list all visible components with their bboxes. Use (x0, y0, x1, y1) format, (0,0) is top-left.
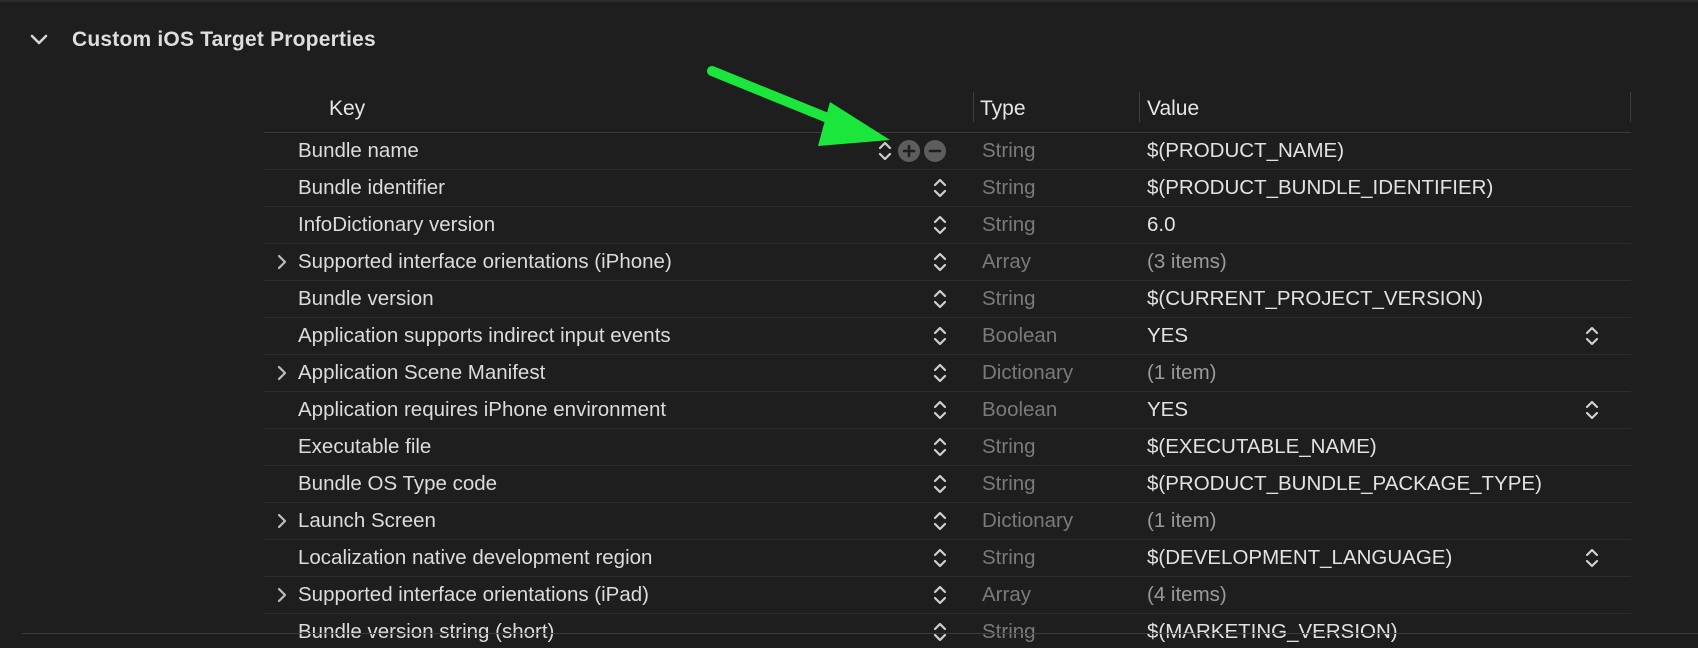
row-key[interactable]: Launch Screen (298, 503, 436, 539)
up-down-chevron-icon[interactable] (930, 281, 950, 317)
row-type[interactable]: String (982, 207, 1036, 243)
row-value[interactable]: (3 items) (1147, 244, 1227, 280)
row-type[interactable]: String (982, 466, 1036, 502)
up-down-chevron-icon[interactable] (930, 207, 950, 243)
row-value[interactable]: (4 items) (1147, 577, 1227, 613)
row-type[interactable]: Array (982, 244, 1031, 280)
up-down-chevron-icon[interactable] (930, 170, 950, 206)
section-header[interactable]: Custom iOS Target Properties (28, 22, 376, 58)
row-type[interactable]: Boolean (982, 318, 1057, 354)
chevron-down-icon[interactable] (28, 29, 50, 51)
table-row[interactable]: Application Scene Manifest Dictionary (1 i… (264, 355, 1631, 392)
row-key[interactable]: Bundle version string (short) (298, 614, 554, 648)
row-value[interactable]: (1 item) (1147, 355, 1216, 391)
row-key[interactable]: Application requires iPhone environment (298, 392, 666, 428)
row-type[interactable]: String (982, 170, 1036, 206)
table-row[interactable]: Application requires iPhone environment B… (264, 392, 1631, 429)
column-divider[interactable] (1139, 92, 1140, 122)
row-value[interactable]: YES (1147, 318, 1188, 354)
up-down-chevron-icon[interactable] (930, 244, 950, 280)
row-value[interactable]: $(PRODUCT_BUNDLE_IDENTIFIER) (1147, 170, 1493, 206)
row-key[interactable]: InfoDictionary version (298, 207, 495, 243)
table-row[interactable]: Bundle identifier String $(PRODUCT_BUNDLE_… (264, 170, 1631, 207)
section-title: Custom iOS Target Properties (72, 28, 376, 51)
row-type[interactable]: Dictionary (982, 355, 1073, 391)
row-controls (878, 133, 946, 169)
column-header-key[interactable]: Key (329, 86, 365, 132)
row-type[interactable]: String (982, 614, 1036, 648)
row-type[interactable]: String (982, 133, 1036, 169)
bottom-divider (22, 633, 1698, 634)
row-value[interactable]: YES (1147, 392, 1188, 428)
up-down-chevron-icon[interactable] (930, 503, 950, 539)
row-value[interactable]: $(PRODUCT_NAME) (1147, 133, 1344, 169)
row-key[interactable]: Application supports indirect input even… (298, 318, 671, 354)
table-row[interactable]: Bundle version string (short) String $(MAR… (264, 614, 1631, 648)
value-popup-stepper-icon[interactable] (1582, 392, 1602, 428)
column-divider[interactable] (973, 92, 974, 122)
column-divider[interactable] (1630, 92, 1631, 122)
chevron-right-icon[interactable] (272, 503, 292, 539)
up-down-chevron-icon[interactable] (930, 577, 950, 613)
top-divider (0, 0, 1698, 2)
table-row[interactable]: Bundle OS Type code String $(PRODUCT_BUNDL… (264, 466, 1631, 503)
key-stepper[interactable] (878, 140, 892, 162)
table-row[interactable]: Application supports indirect input even… (264, 318, 1631, 355)
table-header: Key Type Value (264, 86, 1631, 133)
up-down-chevron-icon[interactable] (930, 355, 950, 391)
row-type[interactable]: String (982, 429, 1036, 465)
value-popup-stepper-icon[interactable] (1582, 540, 1602, 576)
row-value[interactable]: $(PRODUCT_BUNDLE_PACKAGE_TYPE) (1147, 466, 1542, 502)
row-type[interactable]: String (982, 281, 1036, 317)
row-value[interactable]: (1 item) (1147, 503, 1216, 539)
chevron-right-icon[interactable] (272, 355, 292, 391)
column-header-type[interactable]: Type (980, 86, 1026, 132)
table-row[interactable]: Executable file String $(EXECUTABLE_NAME) (264, 429, 1631, 466)
row-key[interactable]: Supported interface orientations (iPad) (298, 577, 649, 613)
row-key[interactable]: Application Scene Manifest (298, 355, 545, 391)
minus-circle-icon[interactable] (924, 140, 946, 162)
row-key[interactable]: Bundle name (298, 133, 419, 169)
up-down-chevron-icon[interactable] (930, 318, 950, 354)
column-header-value[interactable]: Value (1147, 86, 1199, 132)
row-key[interactable]: Supported interface orientations (iPhone… (298, 244, 672, 280)
row-key[interactable]: Executable file (298, 429, 431, 465)
row-key[interactable]: Bundle OS Type code (298, 466, 497, 502)
table-row[interactable]: Launch Screen Dictionary (1 item) (264, 503, 1631, 540)
table-body: Bundle name String $(PRODUCT_NAME) Bundle i… (264, 133, 1631, 648)
up-down-chevron-icon[interactable] (930, 614, 950, 648)
value-popup-stepper-icon[interactable] (1582, 318, 1602, 354)
row-value[interactable]: 6.0 (1147, 207, 1176, 243)
table-row[interactable]: Supported interface orientations (iPhone… (264, 244, 1631, 281)
property-list-editor: Custom iOS Target Properties Key Type Va… (0, 0, 1698, 648)
up-down-chevron-icon[interactable] (930, 429, 950, 465)
row-key[interactable]: Bundle identifier (298, 170, 445, 206)
chevron-right-icon[interactable] (272, 244, 292, 280)
row-key[interactable]: Localization native development region (298, 540, 652, 576)
row-type[interactable]: Array (982, 577, 1031, 613)
row-type[interactable]: Boolean (982, 392, 1057, 428)
row-type[interactable]: String (982, 540, 1036, 576)
row-value[interactable]: $(MARKETING_VERSION) (1147, 614, 1398, 648)
row-type[interactable]: Dictionary (982, 503, 1073, 539)
up-down-chevron-icon[interactable] (930, 540, 950, 576)
table-row[interactable]: InfoDictionary version String 6.0 (264, 207, 1631, 244)
table-row[interactable]: Supported interface orientations (iPad) A… (264, 577, 1631, 614)
plus-circle-icon[interactable] (898, 140, 920, 162)
table-row[interactable]: Bundle version String $(CURRENT_PROJECT_VE… (264, 281, 1631, 318)
chevron-right-icon[interactable] (272, 577, 292, 613)
row-value[interactable]: $(CURRENT_PROJECT_VERSION) (1147, 281, 1483, 317)
row-value[interactable]: $(EXECUTABLE_NAME) (1147, 429, 1377, 465)
up-down-chevron-icon[interactable] (930, 466, 950, 502)
table-row[interactable]: Bundle name String $(PRODUCT_NAME) (264, 133, 1631, 170)
table-row[interactable]: Localization native development region St… (264, 540, 1631, 577)
properties-table: Key Type Value Bundle name String $(PRODUC… (264, 86, 1631, 648)
row-key[interactable]: Bundle version (298, 281, 434, 317)
up-down-chevron-icon[interactable] (930, 392, 950, 428)
row-value[interactable]: $(DEVELOPMENT_LANGUAGE) (1147, 540, 1452, 576)
